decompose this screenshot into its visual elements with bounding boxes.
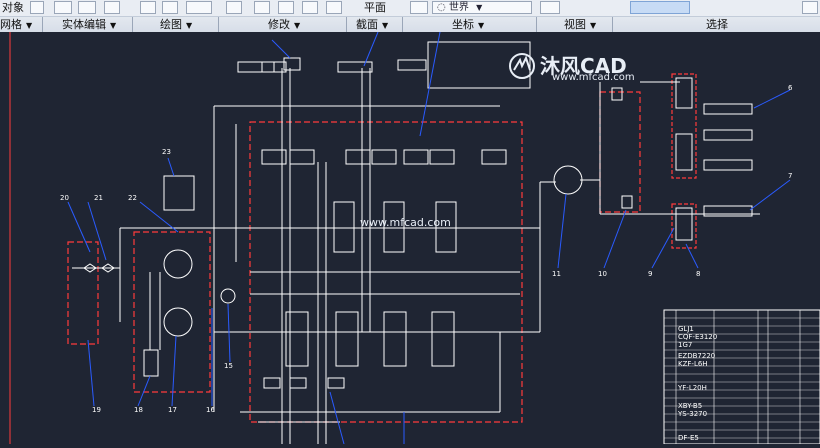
view-icon[interactable] <box>540 1 560 14</box>
watermark: 沐风CAD www.mfcad.com <box>508 50 668 84</box>
panel-select[interactable]: 选择 <box>706 17 728 33</box>
table-code: YS-3270 <box>678 410 708 418</box>
callout-22: 22 <box>128 194 137 202</box>
shell-icon[interactable] <box>30 1 44 14</box>
chevron-down-icon: ▼ <box>186 21 193 30</box>
pump-assembly <box>143 175 236 377</box>
array-icon[interactable] <box>278 1 294 14</box>
panel-modify[interactable]: 修改 ▼ <box>268 17 300 33</box>
callout-20: 20 <box>60 194 69 202</box>
pump-boundary <box>133 231 211 393</box>
ribbon-tools-row: 对象 平面 ◌ 世界 ▼ <box>0 0 820 16</box>
table-code: EZDB7220 <box>678 352 716 360</box>
callout-19: 19 <box>92 406 101 414</box>
chevron-down-icon: ▼ <box>382 21 389 30</box>
callout-21: 21 <box>94 194 103 202</box>
callout-7: 7 <box>788 172 793 180</box>
chevron-down-icon: ▼ <box>110 21 117 30</box>
ribbon-panel-labels: 网格 ▼ 实体编辑 ▼ 绘图 ▼ 修改 ▼ 截面 ▼ 坐标 ▼ 视图 ▼ 选择 <box>0 16 820 33</box>
ucs-dropdown[interactable]: ◌ 世界 ▼ <box>432 1 532 14</box>
callout-15: 15 <box>224 362 233 370</box>
leader-lines <box>67 31 791 445</box>
watermark-url: www.mfcad.com <box>552 72 635 83</box>
mfcad-logo-icon <box>509 53 535 79</box>
accumulator <box>553 165 583 195</box>
pen-icon[interactable] <box>226 1 242 14</box>
filter-boundary <box>67 241 99 345</box>
callout-18: 18 <box>134 406 143 414</box>
panel-draw[interactable]: 绘图 ▼ <box>160 17 192 33</box>
chevron-down-icon: ▼ <box>26 21 33 30</box>
right-cylinders <box>703 103 753 217</box>
table-code: KZF-L6H <box>678 360 708 368</box>
section-plane-label[interactable]: 平面 <box>364 0 386 16</box>
callout-10: 10 <box>598 270 607 278</box>
callout-11: 11 <box>552 270 561 278</box>
table-code: GLJ1 <box>678 325 694 333</box>
grid-icon[interactable] <box>326 1 342 14</box>
select-options-icon[interactable] <box>802 1 818 14</box>
callout-6: 6 <box>788 84 793 92</box>
top-cylinders <box>237 57 427 73</box>
ribbon: 对象 平面 ◌ 世界 ▼ 网格▼ 实体编辑▼ 绘图▼ 修改▼ 截面▼ <box>0 0 820 33</box>
panel-coordinates[interactable]: 坐标 ▼ <box>452 17 484 33</box>
callout-23: 23 <box>162 148 171 156</box>
right-valve-boundary <box>599 91 641 213</box>
chevron-down-icon: ▼ <box>590 21 597 30</box>
object-label[interactable]: 对象 <box>2 0 24 16</box>
drawing-canvas[interactable]: GLJ1 CQF-E3120 1G7 EZDB7220 KZF-L6H YF-L… <box>0 31 820 445</box>
panel-section[interactable]: 截面 ▼ <box>356 17 388 33</box>
table-code: CQF-E3120 <box>678 333 718 341</box>
callout-17: 17 <box>168 406 177 414</box>
selection-preview[interactable] <box>630 1 690 14</box>
ellipse-icon[interactable] <box>186 1 212 14</box>
table-code: YF-L20H <box>678 384 707 392</box>
ucs-icon[interactable] <box>410 1 428 14</box>
imprint-icon[interactable] <box>54 1 72 14</box>
world-icon: ◌ <box>437 2 446 13</box>
filter <box>72 263 120 273</box>
watermark-center-url: www.mfcad.com <box>360 216 451 229</box>
panel-mesh[interactable]: 网格 ▼ <box>0 17 32 33</box>
slice-icon[interactable] <box>104 1 120 14</box>
valve-stacks <box>261 149 507 389</box>
table-code: DF-E5 <box>678 434 699 442</box>
panel-solid-edit[interactable]: 实体编辑 ▼ <box>62 17 116 33</box>
chevron-down-icon: ▼ <box>294 21 301 30</box>
hydraulic-schematic <box>9 31 820 445</box>
rectangle-icon[interactable] <box>162 1 178 14</box>
table-code: XBY-B5 <box>678 402 703 410</box>
separate-icon[interactable] <box>78 1 96 14</box>
move-icon[interactable] <box>302 1 318 14</box>
callout-8: 8 <box>696 270 701 278</box>
table-code: 1G7 <box>678 341 693 349</box>
callout-16: 16 <box>206 406 215 414</box>
panel-view[interactable]: 视图 ▼ <box>564 17 596 33</box>
chevron-down-icon: ▼ <box>476 3 483 12</box>
mirror-icon[interactable] <box>254 1 270 14</box>
chevron-down-icon: ▼ <box>478 21 485 30</box>
polygon-icon[interactable] <box>140 1 156 14</box>
callout-9: 9 <box>648 270 653 278</box>
